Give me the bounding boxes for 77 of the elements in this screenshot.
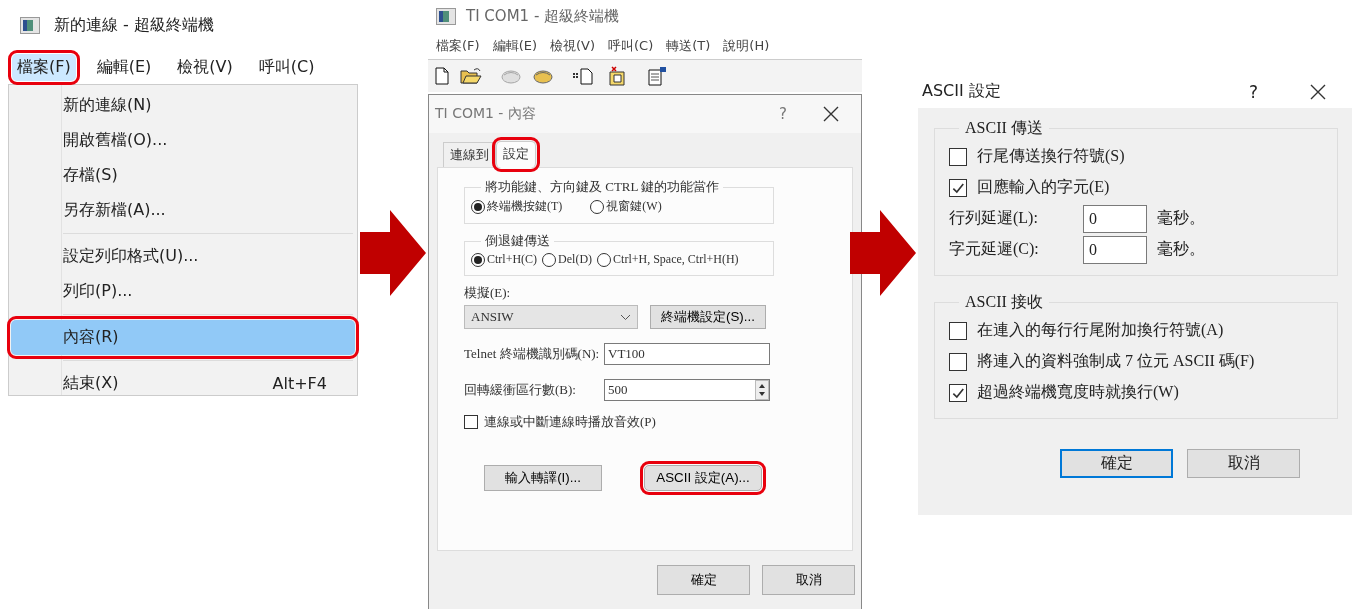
radio-button[interactable] (471, 252, 485, 267)
unit-label: 毫秒。 (1157, 239, 1205, 259)
properties-icon[interactable] (646, 66, 668, 86)
window-title: TI COM1 - 超級終端機 (466, 6, 620, 26)
menu-bar-item[interactable]: 編輯(E) (91, 53, 157, 81)
field-label: 回轉緩衝區行數(B): (464, 381, 576, 399)
menu-bar-item[interactable]: 轉送(T) (666, 36, 711, 55)
close-icon[interactable] (823, 106, 839, 122)
unit-label: 毫秒。 (1157, 208, 1205, 228)
button[interactable]: 取消 (1187, 449, 1300, 478)
checkbox[interactable] (464, 415, 478, 429)
help-button[interactable]: ? (1248, 81, 1258, 102)
menu-item[interactable]: 設定列印格式(U)... (11, 239, 355, 274)
tab[interactable]: 連線到 (443, 142, 496, 167)
radio-button[interactable] (597, 252, 612, 267)
button[interactable]: 確定 (657, 565, 750, 595)
folder-icon[interactable] (460, 67, 482, 85)
field-label: Telnet 終端機識別碼(N): (464, 345, 600, 363)
dropdown[interactable]: ANSIW (464, 305, 638, 329)
menu-item[interactable]: 存檔(S) (11, 158, 355, 193)
app-icon (436, 7, 456, 25)
arrow-icon (360, 210, 426, 296)
group-title: ASCII 傳送 (964, 118, 1044, 138)
checkbox-label: 在連入的每行行尾附加換行符號(A) (977, 320, 1224, 341)
app-icon (20, 16, 40, 34)
radio-label: Ctrl+H, Space, Ctrl+H(H) (613, 252, 739, 267)
window-title: 新的連線 - 超級終端機 (54, 14, 214, 36)
checkbox-label: 行尾傳送換行符號(S) (977, 146, 1125, 167)
input-field[interactable]: 0 (1083, 235, 1147, 264)
chevron-icon (620, 313, 631, 321)
checkbox-label: 超過終端機寬度時就換行(W) (977, 382, 1179, 403)
button[interactable]: 確定 (1060, 449, 1173, 478)
checkbox[interactable] (949, 383, 967, 402)
radio-label: Ctrl+H(C) (487, 252, 538, 267)
menu-bar-item[interactable]: 檔案(F) (436, 36, 480, 55)
button[interactable]: 輸入轉譯(I)... (484, 465, 602, 491)
spinner-icon[interactable] (755, 380, 769, 400)
radio-label: Del(D) (558, 252, 593, 267)
dialog-title: ASCII 設定 (922, 81, 1001, 102)
checkbox[interactable] (949, 178, 967, 197)
menu-bar-item[interactable]: 呼叫(C) (608, 36, 654, 55)
checkbox-label: 連線或中斷連線時播放音效(P) (484, 413, 656, 431)
checkbox[interactable] (949, 147, 967, 166)
dialog-title: TI COM1 - 內容 (435, 105, 536, 123)
number-field[interactable]: 500 (604, 379, 770, 401)
radio-button[interactable] (542, 252, 557, 267)
input-field[interactable]: 0 (1083, 204, 1147, 233)
close-icon[interactable] (1310, 83, 1326, 100)
checkbox[interactable] (949, 321, 967, 340)
radio-label: 視窗鍵(W) (606, 198, 662, 215)
menu-item[interactable]: 開啟舊檔(O)... (11, 123, 355, 158)
field-label: 行列延遲(L): (949, 208, 1039, 229)
group-title: 將功能鍵、方向鍵及 CTRL 鍵的功能當作 (484, 178, 721, 196)
button[interactable]: 取消 (762, 565, 855, 595)
button[interactable]: 終端機設定(S)... (650, 305, 766, 329)
menu-bar-item[interactable]: 檢視(V) (550, 36, 596, 55)
field-label: 模擬(E): (464, 284, 512, 302)
radio-button[interactable] (590, 199, 605, 214)
radio-label: 終端機按鍵(T) (487, 198, 563, 215)
help-button[interactable]: ? (779, 105, 787, 123)
input-field[interactable]: VT100 (604, 343, 770, 365)
checkbox-label: 回應輸入的字元(E) (977, 177, 1110, 198)
menu-bar-item[interactable]: 呼叫(C) (253, 53, 320, 81)
menu-bar-item[interactable]: 說明(H) (723, 36, 770, 55)
group-title: ASCII 接收 (964, 292, 1044, 312)
menu-bar-item[interactable]: 檢視(V) (172, 53, 238, 81)
group-title: 倒退鍵傳送 (484, 232, 551, 250)
menu-item[interactable]: 列印(P)... (11, 274, 355, 309)
field-label: 字元延遲(C): (949, 239, 1040, 260)
checkbox[interactable] (949, 352, 967, 371)
menu-bar-item[interactable]: 編輯(E) (492, 36, 537, 55)
radio-button[interactable] (471, 199, 485, 214)
menu-item[interactable]: 新的連線(N) (11, 88, 355, 123)
arrow-icon (850, 210, 916, 296)
menu-item[interactable]: 結束(X) Alt+F4 (11, 366, 355, 401)
menu-item[interactable]: 另存新檔(A)... (11, 193, 355, 228)
checkbox-label: 將連入的資料強制成 7 位元 ASCII 碼(F) (977, 351, 1255, 372)
